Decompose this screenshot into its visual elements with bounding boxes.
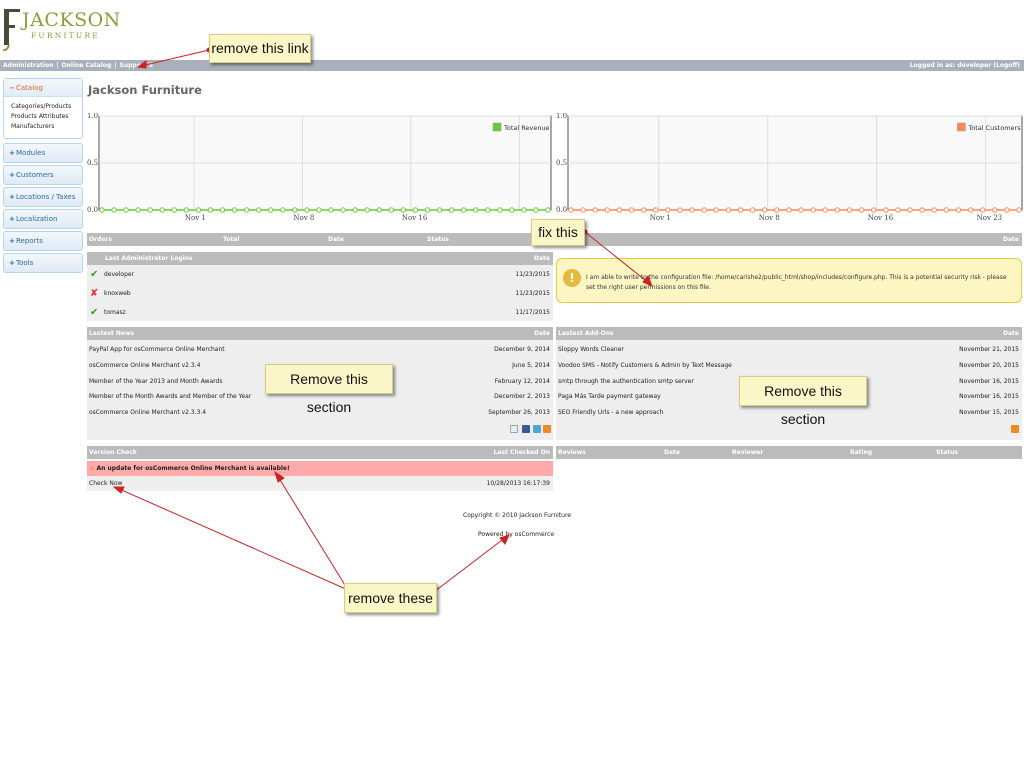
- arrow-head: [642, 275, 653, 287]
- arrow-remove-these-3: [425, 536, 507, 599]
- arrow-remove-link: [140, 49, 210, 67]
- arrow-head: [112, 486, 125, 494]
- arrow-head: [274, 470, 285, 483]
- arrow-head: [499, 534, 510, 545]
- arrow-head: [136, 60, 147, 69]
- arrow-remove-these-2: [276, 474, 349, 591]
- arrow-remove-these-1: [116, 487, 349, 591]
- annotation-remove-section-news: Remove this section: [265, 364, 393, 415]
- annotation-fix-this: fix this: [531, 219, 585, 246]
- annotation-arrows: [112, 47, 653, 601]
- annotation-remove-section-addons: Remove this section: [739, 376, 867, 427]
- annotation-remove-link: remove this link: [209, 34, 311, 63]
- annotation-remove-these: remove these: [344, 583, 437, 613]
- arrow-fix-this: [584, 231, 651, 285]
